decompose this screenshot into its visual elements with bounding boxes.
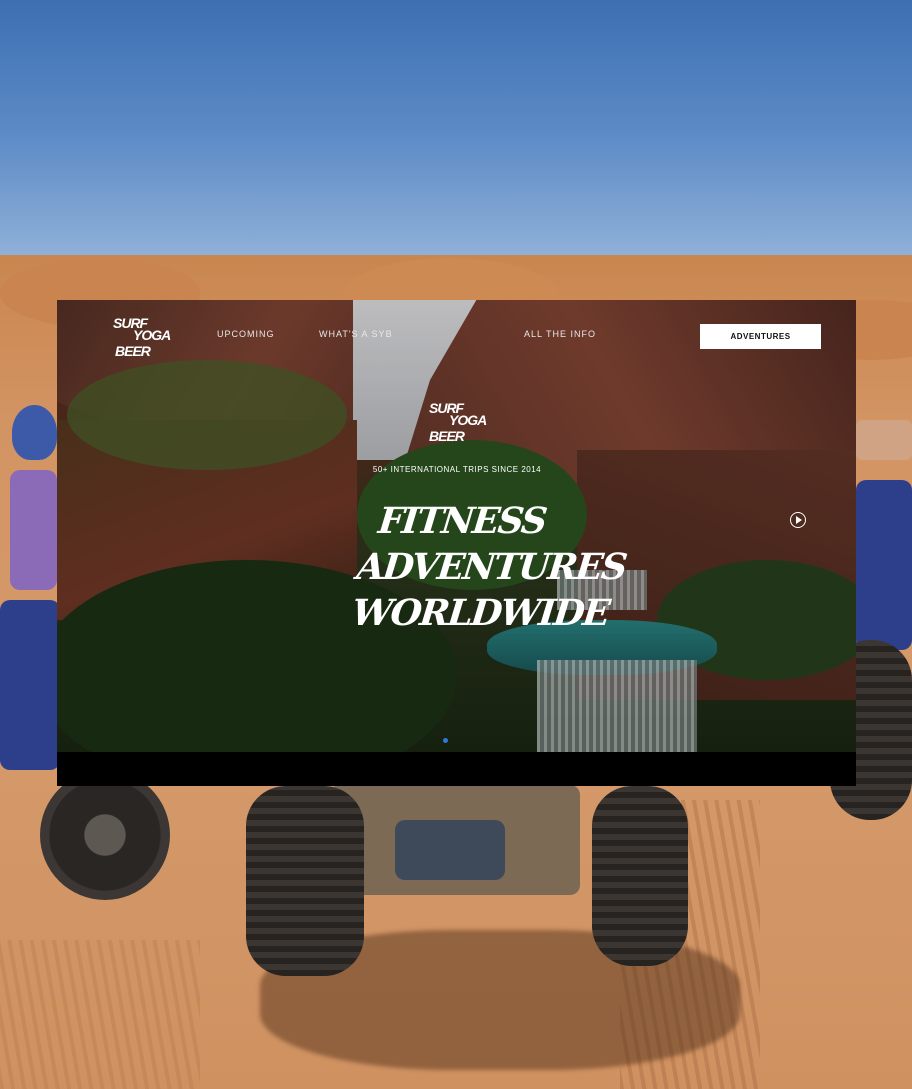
left-atv-tire	[40, 770, 170, 900]
left-atv-body	[0, 600, 60, 770]
left-rider-helmet	[12, 405, 57, 460]
nav-link-all-the-info[interactable]: ALL THE INFO	[524, 329, 596, 339]
play-circle-icon[interactable]	[790, 512, 806, 528]
hero-logo: SURF YOGA BEER	[427, 400, 507, 452]
hero-headline: FITNESS ADVENTURES WORLDWIDE	[349, 498, 628, 636]
atv-engine	[395, 820, 505, 880]
nav-link-whats-a-syb[interactable]: WHAT'S A SYB	[319, 329, 393, 339]
nav-link-upcoming[interactable]: UPCOMING	[217, 329, 275, 339]
atv-tire	[592, 786, 688, 966]
headline-line-1: FITNESS	[376, 500, 548, 542]
adventures-button[interactable]: ADVENTURES	[700, 324, 821, 349]
logo-line-3: BEER	[115, 343, 151, 359]
headline-line-3: WORLDWIDE	[349, 592, 611, 634]
right-atv-body	[856, 480, 912, 650]
website-preview: SURF YOGA BEER UPCOMING WHAT'S A SYB ALL…	[57, 300, 856, 786]
headline-line-2: ADVENTURES	[354, 546, 628, 588]
logo-line-2: YOGA	[133, 327, 171, 343]
tire-tracks	[0, 940, 200, 1089]
atv-tire	[246, 786, 364, 976]
left-rider-body	[10, 470, 57, 590]
hero-logo-line-3: BEER	[429, 428, 465, 444]
hero-section: SURF YOGA BEER UPCOMING WHAT'S A SYB ALL…	[57, 300, 856, 752]
site-logo[interactable]: SURF YOGA BEER	[113, 315, 193, 363]
slider-dot[interactable]	[443, 738, 448, 743]
hero-logo-line-2: YOGA	[449, 412, 487, 428]
right-rider-arm	[856, 420, 912, 460]
hero-tagline: 50+ INTERNATIONAL TRIPS SINCE 2014	[372, 465, 542, 474]
